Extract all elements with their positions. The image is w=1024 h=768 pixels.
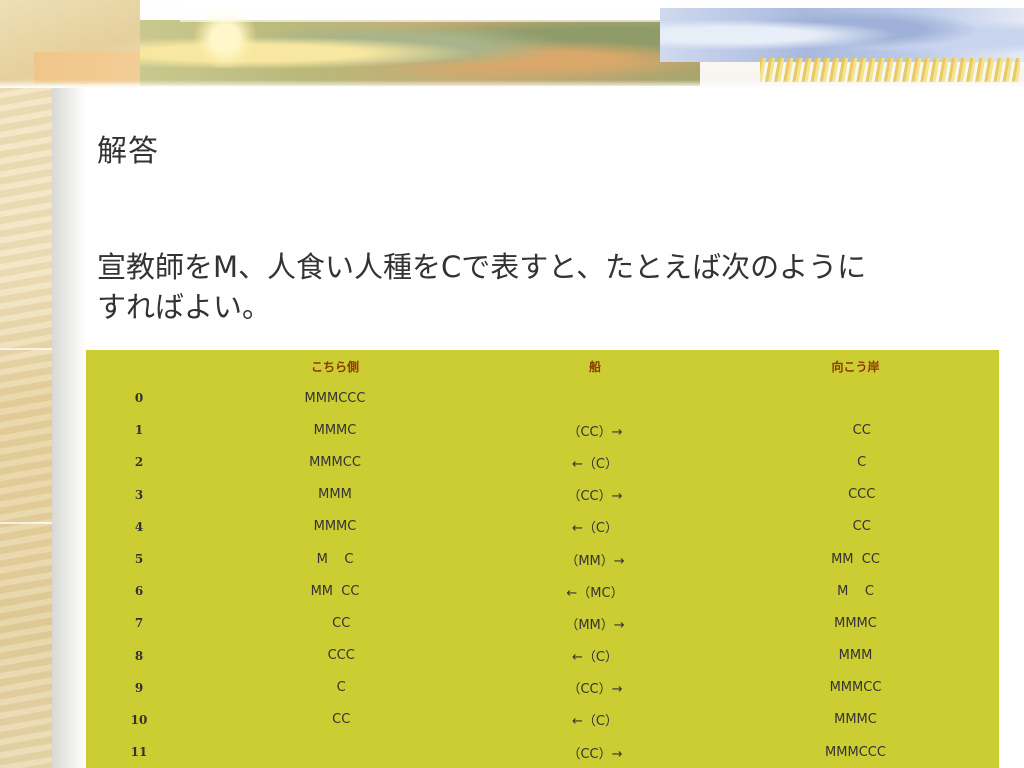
table-row: 10 CC ←（C） MMMC bbox=[86, 704, 999, 736]
boat-cell: （MM）→ bbox=[565, 617, 625, 633]
boat-cell: （MM）→ bbox=[565, 553, 625, 569]
body-line-2: すればよい。 bbox=[97, 290, 272, 324]
strip-seam bbox=[0, 348, 52, 350]
this-side-cell: C bbox=[324, 680, 346, 696]
step-cell: 9 bbox=[134, 680, 144, 695]
boat-cell: ←（C） bbox=[572, 521, 618, 537]
boat-cell bbox=[478, 382, 712, 414]
body-line-1: 宣教師をM、人食い人種をCで表すと、たとえば次のように bbox=[97, 250, 867, 284]
boat-cell: （CC）→ bbox=[567, 682, 623, 698]
table-row: 4 MMMC ←（C） CC bbox=[86, 511, 999, 543]
other-side-cell: MMMCCC bbox=[825, 744, 886, 760]
banner-blue-flowers-image bbox=[660, 8, 1024, 62]
left-parchment-strip bbox=[0, 0, 52, 768]
slide-title: 解答 bbox=[97, 134, 159, 169]
table-row: 3 MMM （CC）→ CCC bbox=[86, 479, 999, 511]
step-cell: 5 bbox=[134, 552, 144, 567]
banner-straw-image bbox=[760, 58, 1020, 82]
this-side-cell: MMMCCC bbox=[304, 390, 366, 406]
this-side-cell: MMMC bbox=[313, 519, 357, 535]
boat-cell: ←（C） bbox=[572, 456, 618, 472]
decorative-banner bbox=[0, 0, 1024, 88]
step-cell: 3 bbox=[134, 487, 144, 502]
other-side-cell: MM CC bbox=[831, 551, 880, 567]
other-side-cell: MMMC bbox=[834, 615, 877, 631]
table-row: 11 （CC）→ MMMCCC bbox=[86, 736, 999, 768]
this-side-cell: CC bbox=[319, 712, 351, 728]
table-row: 1 MMMC （CC）→ CC bbox=[86, 414, 999, 446]
other-side-cell: MMM bbox=[838, 648, 873, 664]
step-cell: 8 bbox=[134, 648, 144, 663]
step-cell: 1 bbox=[134, 423, 144, 438]
other-side-cell: CC bbox=[840, 422, 871, 438]
table-body: 0 MMMCCC 1 MMMC （CC）→ CC 2 MMMCC ←（C） C 3 MMM （CC）… bbox=[86, 382, 999, 768]
other-side-cell: M C bbox=[837, 583, 874, 599]
step-cell: 0 bbox=[134, 391, 144, 406]
other-side-cell: CC bbox=[840, 519, 871, 535]
table-row: 9 C （CC）→ MMMCC bbox=[86, 672, 999, 704]
other-side-cell: CCC bbox=[835, 487, 876, 503]
solution-table: こちら側 船 向こう岸 0 MMMCCC 1 MMMC （CC）→ CC 2 MMMCC ←（… bbox=[86, 350, 999, 768]
other-side-cell: MMMC bbox=[834, 712, 877, 728]
table-row: 6 MM CC ←（MC） M C bbox=[86, 575, 999, 607]
this-side-cell: M C bbox=[316, 551, 354, 567]
this-side-cell: CCC bbox=[315, 648, 355, 664]
table-row: 0 MMMCCC bbox=[86, 382, 999, 414]
this-side-cell: MMMC bbox=[313, 422, 357, 438]
step-cell: 2 bbox=[134, 455, 144, 470]
step-cell: 4 bbox=[134, 519, 144, 534]
this-side-cell: CC bbox=[319, 615, 351, 631]
header-boat: 船 bbox=[588, 359, 601, 374]
table-row: 8 CCC ←（C） MMM bbox=[86, 640, 999, 672]
step-cell: 11 bbox=[130, 745, 148, 760]
header-step bbox=[86, 350, 192, 382]
shadow-column bbox=[52, 88, 86, 768]
table-header-row: こちら側 船 向こう岸 bbox=[86, 350, 999, 382]
step-cell: 10 bbox=[130, 712, 148, 727]
boat-cell: （CC）→ bbox=[567, 489, 623, 505]
this-side-cell: MM CC bbox=[310, 583, 360, 599]
step-cell: 7 bbox=[134, 616, 144, 631]
this-side-cell: MMM bbox=[318, 487, 352, 503]
other-side-cell: C bbox=[844, 454, 867, 470]
other-side-cell: MMMCC bbox=[829, 680, 882, 696]
table-row: 5 M C （MM）→ MM CC bbox=[86, 543, 999, 575]
header-this-side: こちら側 bbox=[310, 359, 359, 374]
strip-seam bbox=[0, 522, 52, 524]
solution-grid: こちら側 船 向こう岸 0 MMMCCC 1 MMMC （CC）→ CC 2 MMMCC ←（… bbox=[86, 350, 999, 768]
boat-cell: （CC）→ bbox=[567, 424, 623, 440]
table-row: 7 CC （MM）→ MMMC bbox=[86, 607, 999, 639]
header-other-side: 向こう岸 bbox=[831, 359, 880, 374]
this-side-cell: MMMCC bbox=[309, 454, 361, 470]
step-cell: 6 bbox=[134, 584, 144, 599]
boat-cell: ←（MC） bbox=[566, 585, 624, 601]
boat-cell: ←（C） bbox=[572, 650, 618, 666]
boat-cell: （CC）→ bbox=[567, 746, 623, 762]
slide-body: 宣教師をM、人食い人種をCで表すと、たとえば次のように すればよい。 bbox=[97, 247, 957, 327]
other-side-cell bbox=[712, 382, 999, 414]
this-side-cell bbox=[192, 736, 478, 768]
table-row: 2 MMMCC ←（C） C bbox=[86, 446, 999, 478]
boat-cell: ←（C） bbox=[572, 714, 618, 730]
